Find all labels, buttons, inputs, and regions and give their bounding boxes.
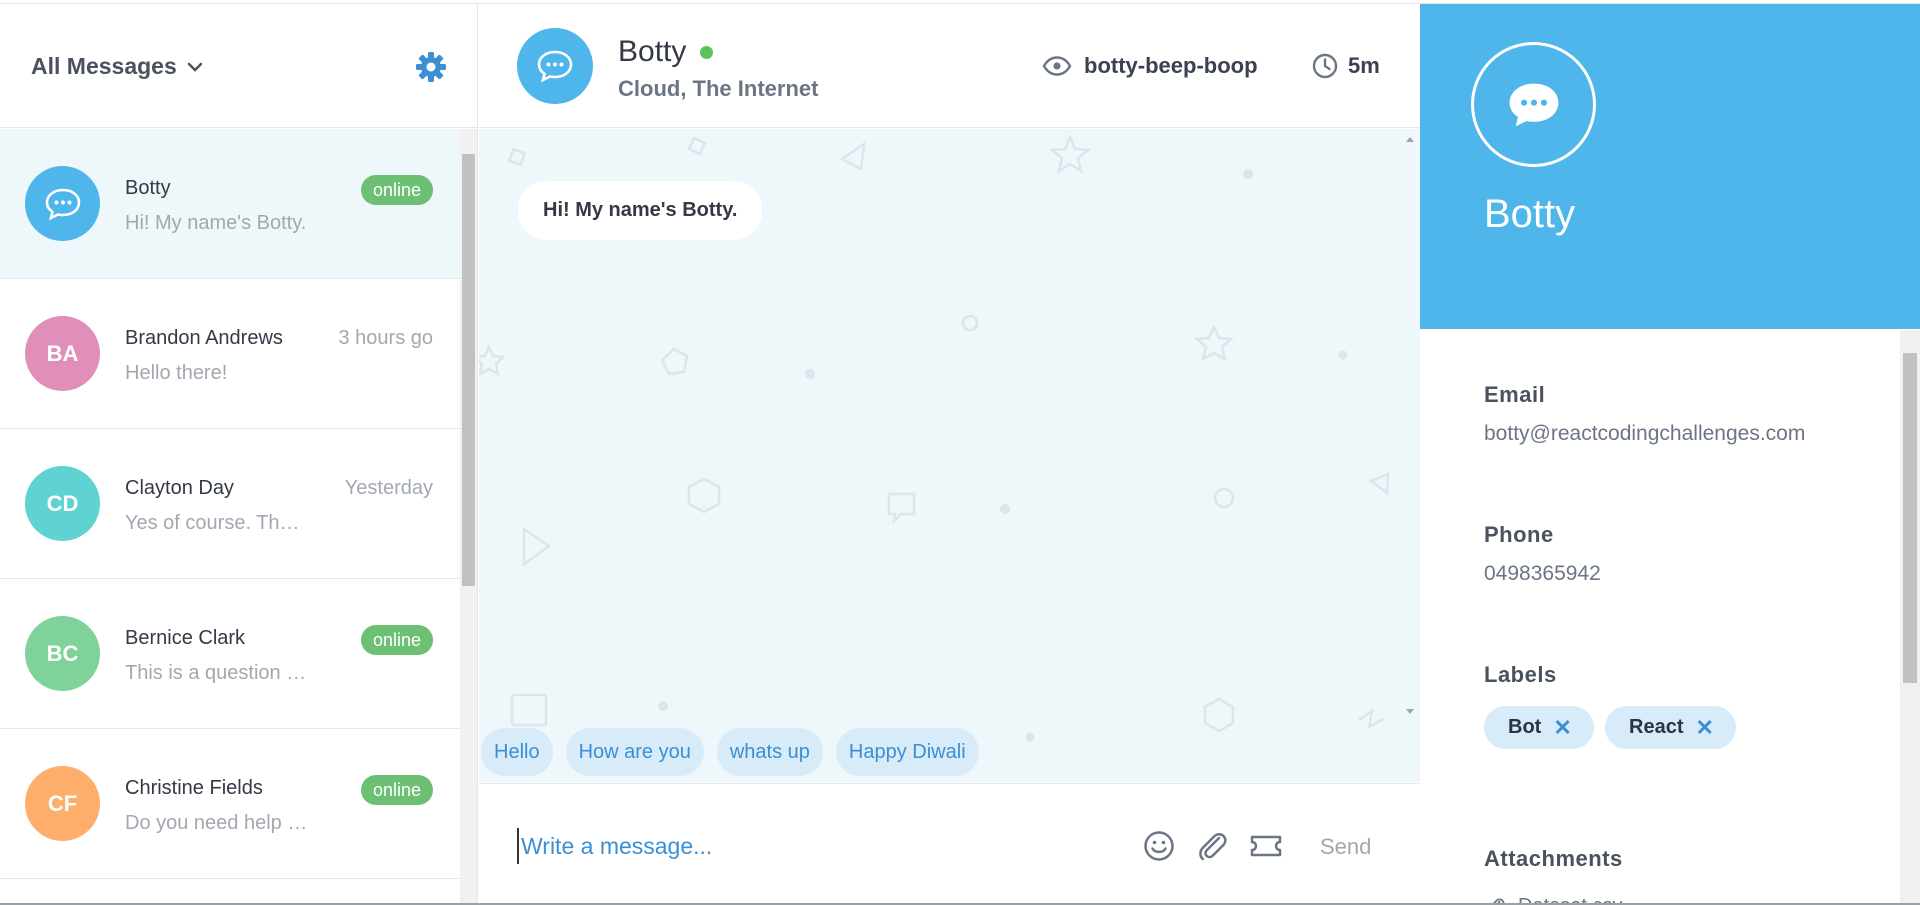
conversation-preview: Do you need help … (125, 812, 308, 834)
conversation-preview: Yes of course. Tha… (125, 512, 310, 534)
chat-username: botty-beep-boop (1042, 53, 1258, 79)
phone-label: Phone (1484, 522, 1554, 547)
close-icon[interactable]: ✕ (1553, 706, 1571, 749)
chat-last-active: 5m (1312, 53, 1380, 79)
contact-info: Email botty@reactcodingchallenges.com Ph… (1420, 330, 1900, 905)
quick-replies: Hello How are you whats up Happy Diwali (479, 721, 979, 782)
message-input[interactable] (517, 828, 1077, 864)
quick-reply-chip[interactable]: Happy Diwali (835, 727, 979, 776)
gear-icon[interactable] (415, 51, 447, 83)
avatar: CD (25, 466, 100, 541)
phone-value: 0498365942 (1484, 562, 1601, 585)
online-badge: online (360, 625, 433, 655)
details-scrollbar[interactable] (1900, 330, 1920, 905)
conversation-timestamp: Yesterday (344, 477, 433, 499)
conversation-preview: This is a question r… (125, 662, 310, 684)
email-label: Email (1484, 382, 1546, 407)
chat-scrollbar[interactable] (1401, 129, 1419, 721)
conversation-name: Botty (125, 177, 171, 199)
attachments-label: Attachments (1484, 846, 1623, 871)
conversation-name: Christine Fields (125, 777, 263, 799)
contact-avatar (1471, 42, 1596, 167)
online-badge: online (360, 775, 433, 805)
conversation-list: Botty Hi! My name's Botty. online BA Bra… (0, 129, 460, 905)
label-tag-bot: Bot ✕ (1484, 706, 1594, 749)
last-active-text: 5m (1348, 53, 1380, 78)
contact-name: Botty (1484, 192, 1576, 236)
labels-label: Labels (1484, 662, 1557, 687)
chat-panel: Botty Cloud, The Internet botty-beep-boo… (479, 4, 1420, 905)
email-value: botty@reactcodingchallenges.com (1484, 422, 1806, 445)
conversation-item-clayton-day[interactable]: CD Clayton Day Yes of course. Tha… Yeste… (0, 429, 460, 579)
contact-details-panel: Botty Email botty@reactcodingchallenges.… (1420, 4, 1920, 905)
emoji-icon[interactable] (1142, 829, 1176, 863)
avatar (25, 166, 100, 241)
avatar: BC (25, 616, 100, 691)
chat-location: Cloud, The Internet (618, 76, 819, 101)
chat-bubble-icon (45, 188, 80, 220)
conversation-name: Brandon Andrews (125, 327, 283, 349)
sidebar-scrollbar[interactable] (460, 129, 477, 905)
chevron-down-icon (187, 62, 202, 72)
conversation-timestamp: 3 hours go (338, 327, 433, 349)
filter-label: All Messages (31, 53, 177, 79)
conversation-item-brandon-andrews[interactable]: BA Brandon Andrews Hello there! 3 hours … (0, 279, 460, 429)
conversation-item-christine-fields[interactable]: CF Christine Fields Do you need help … o… (0, 729, 460, 879)
avatar: BA (25, 316, 100, 391)
quick-reply-chip[interactable]: whats up (716, 727, 823, 776)
scrollbar-thumb[interactable] (462, 154, 475, 586)
sidebar-header: All Messages (0, 4, 477, 128)
contact-hero: Botty (1420, 4, 1920, 329)
label-tag-react: React ✕ (1605, 706, 1736, 749)
quick-reply-chip[interactable]: Hello (481, 727, 553, 776)
chat-header: Botty Cloud, The Internet botty-beep-boo… (479, 4, 1420, 128)
chat-bubble-icon (1509, 83, 1558, 126)
scrollbar-thumb[interactable] (1903, 353, 1917, 683)
label-tag-text: Bot (1508, 716, 1542, 738)
online-badge: online (360, 175, 433, 205)
conversation-name: Clayton Day (125, 477, 234, 499)
message-composer: Send (479, 783, 1420, 905)
online-status-dot (700, 45, 714, 59)
close-icon[interactable]: ✕ (1695, 706, 1713, 749)
chat-contact-name: Botty (618, 35, 687, 68)
conversation-item-bernice-clark[interactable]: BC Bernice Clark This is a question r… o… (0, 579, 460, 729)
message-bubble: Hi! My name's Botty. (518, 181, 763, 240)
conversation-name: Bernice Clark (125, 627, 246, 649)
clock-icon (1312, 53, 1338, 79)
messenger-app: All Messages Botty Hi! My name's Botty. … (0, 3, 1920, 905)
chat-message-area: Hi! My name's Botty. Hello How are you w… (479, 129, 1420, 782)
chat-bubble-icon (537, 50, 573, 83)
chat-title: Botty (618, 35, 714, 69)
label-tag-text: React (1629, 716, 1684, 738)
ticket-icon[interactable] (1249, 829, 1283, 863)
chat-avatar (517, 28, 593, 104)
avatar: CF (25, 766, 100, 841)
conversation-sidebar: All Messages Botty Hi! My name's Botty. … (0, 4, 478, 905)
conversation-item-botty[interactable]: Botty Hi! My name's Botty. online (0, 129, 460, 279)
eye-icon (1042, 56, 1072, 76)
paperclip-icon[interactable] (1195, 829, 1229, 863)
send-button[interactable]: Send (1320, 834, 1371, 860)
conversation-preview: Hello there! (125, 362, 228, 384)
message-filter-dropdown[interactable]: All Messages (31, 53, 203, 80)
username-text: botty-beep-boop (1084, 53, 1258, 78)
quick-reply-chip[interactable]: How are you (565, 727, 704, 776)
conversation-preview: Hi! My name's Botty. (125, 212, 307, 234)
